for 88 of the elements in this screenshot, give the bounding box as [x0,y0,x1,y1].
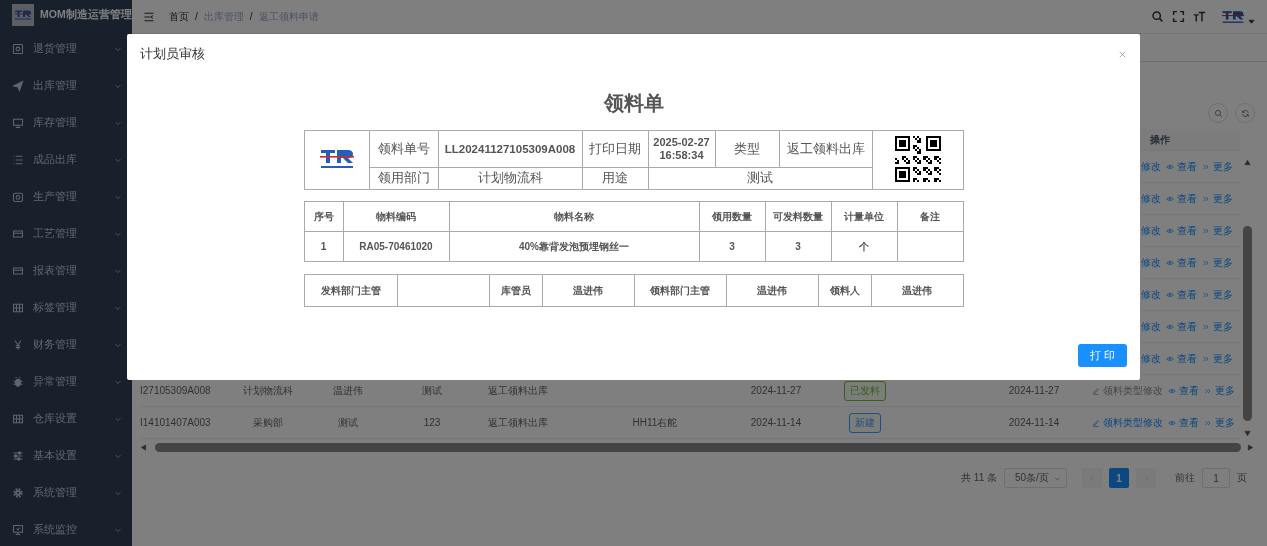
form-value: LL20241127105309A008 [438,130,582,168]
table-cell-text: 采购部 [252,415,284,430]
form-value: 计划物流科 [438,167,582,190]
action-link[interactable]: 修改 [1141,319,1161,334]
action-link[interactable]: 查看 [1166,159,1197,174]
action-link[interactable]: 更多 [1204,415,1235,430]
table-cell-text: 温进伟 [332,383,364,398]
form-label: 用途 [582,167,648,190]
action-link[interactable]: 修改 [1141,223,1161,238]
form-value: 返工领料出库 [779,130,872,168]
form-value: 2025-02-27 16:58:34 [648,130,715,168]
page-button[interactable]: 1 [1109,468,1129,488]
table-cell-text: 返工领料出库 [488,383,549,398]
status-tag: 已发料 [844,380,886,401]
form-label: 类型 [715,130,779,168]
dialog-title: 计划员审核 [140,45,205,63]
action-link[interactable]: 查看 [1166,287,1197,302]
table-cell-text: 2024-11-27 [1007,385,1061,396]
table-cell: 1 [304,231,343,262]
jump-unit: 页 [1237,471,1247,485]
breadcrumb-separator: / [195,11,198,22]
column-header: 物料名称 [449,201,699,232]
table-cell: 40%靠背发泡预埋钢丝一 [449,231,699,262]
signature-label: 发料部门主管 [304,274,397,307]
menu-item[interactable]: 基本设置 [0,437,132,474]
column-header: 序号 [304,201,343,232]
table-cell-text: I14101407A003 [140,417,212,428]
page-size-select[interactable]: 50条/页 [1004,468,1067,488]
action-link[interactable]: 更多 [1202,159,1233,174]
table-cell-text: 2024-11-27 [749,385,803,396]
jump-label: 前往 [1175,471,1195,485]
column-header: 领用数量 [699,201,765,232]
column-header: 备注 [897,201,963,232]
signature-label: 领料人 [818,274,871,307]
table-cell: 3 [765,231,831,262]
signature-name: 温进伟 [726,274,818,307]
action-link[interactable]: 修改 [1141,351,1161,366]
table-cell-text: 返工领料出库 [488,415,549,430]
table-cell-text: 测试 [337,415,359,430]
action-link[interactable]: 查看 [1168,415,1199,430]
action-link[interactable]: 查看 [1166,319,1197,334]
action-link[interactable]: 查看 [1166,191,1197,206]
table-cell-text: 2024-11-14 [1007,417,1061,428]
table-cell-text: 计划物流科 [242,383,294,398]
breadcrumb-item[interactable]: 首页 [169,9,189,24]
action-link[interactable]: 领料类型修改 [1092,415,1163,430]
signature-label: 库管员 [489,274,542,307]
action-link[interactable]: 修改 [1141,255,1161,270]
app-title: MOM制造运营管理 [40,8,132,22]
table-cell: 3 [699,231,765,262]
table-cell-text: 2024-11-14 [749,417,803,428]
action-link[interactable]: 更多 [1202,319,1233,334]
table-cell-text: 123 [422,417,442,428]
table-cell: 个 [831,231,897,262]
action-link[interactable]: 查看 [1166,223,1197,238]
action-link[interactable]: 修改 [1141,191,1161,206]
action-link[interactable]: 更多 [1202,287,1233,302]
table-cell-text: 测试 [421,383,443,398]
menu-item[interactable]: 仓库设置 [0,400,132,437]
action-link[interactable]: 查看 [1168,383,1199,398]
action-link[interactable]: 修改 [1141,159,1161,174]
action-link[interactable]: 查看 [1166,351,1197,366]
table-cell-text: I27105309A008 [140,385,212,396]
action-link[interactable]: 查看 [1166,255,1197,270]
action-link[interactable]: 更多 [1202,223,1233,238]
status-tag: 新建 [849,412,881,433]
total-count: 共 11 条 [961,471,997,485]
table-cell: RA05-70461020 [343,231,449,262]
table-cell-text: HH11右舵 [631,415,679,430]
form-label: 领料单号 [369,130,438,168]
signature-name: 温进伟 [542,274,634,307]
signature-label: 领料部门主管 [634,274,726,307]
print-button[interactable]: 打 印 [1078,344,1127,367]
page-input[interactable]: 1 [1202,468,1230,488]
action-link[interactable]: 修改 [1141,287,1161,302]
form-label: 打印日期 [582,130,648,168]
column-header: 操作 [1149,132,1171,147]
form-label: 领用部门 [369,167,438,190]
column-header: 可发料数量 [765,201,831,232]
action-link[interactable]: 更多 [1202,191,1233,206]
breadcrumb-separator: / [249,11,253,22]
action-link[interactable]: 更多 [1202,351,1233,366]
signature-name: 温进伟 [871,274,963,307]
document-title: 领料单 [603,91,664,116]
action-link[interactable]: 更多 [1204,383,1235,398]
column-header: 物料编码 [343,201,449,232]
action-link[interactable]: 更多 [1202,255,1233,270]
column-header: 计量单位 [831,201,897,232]
